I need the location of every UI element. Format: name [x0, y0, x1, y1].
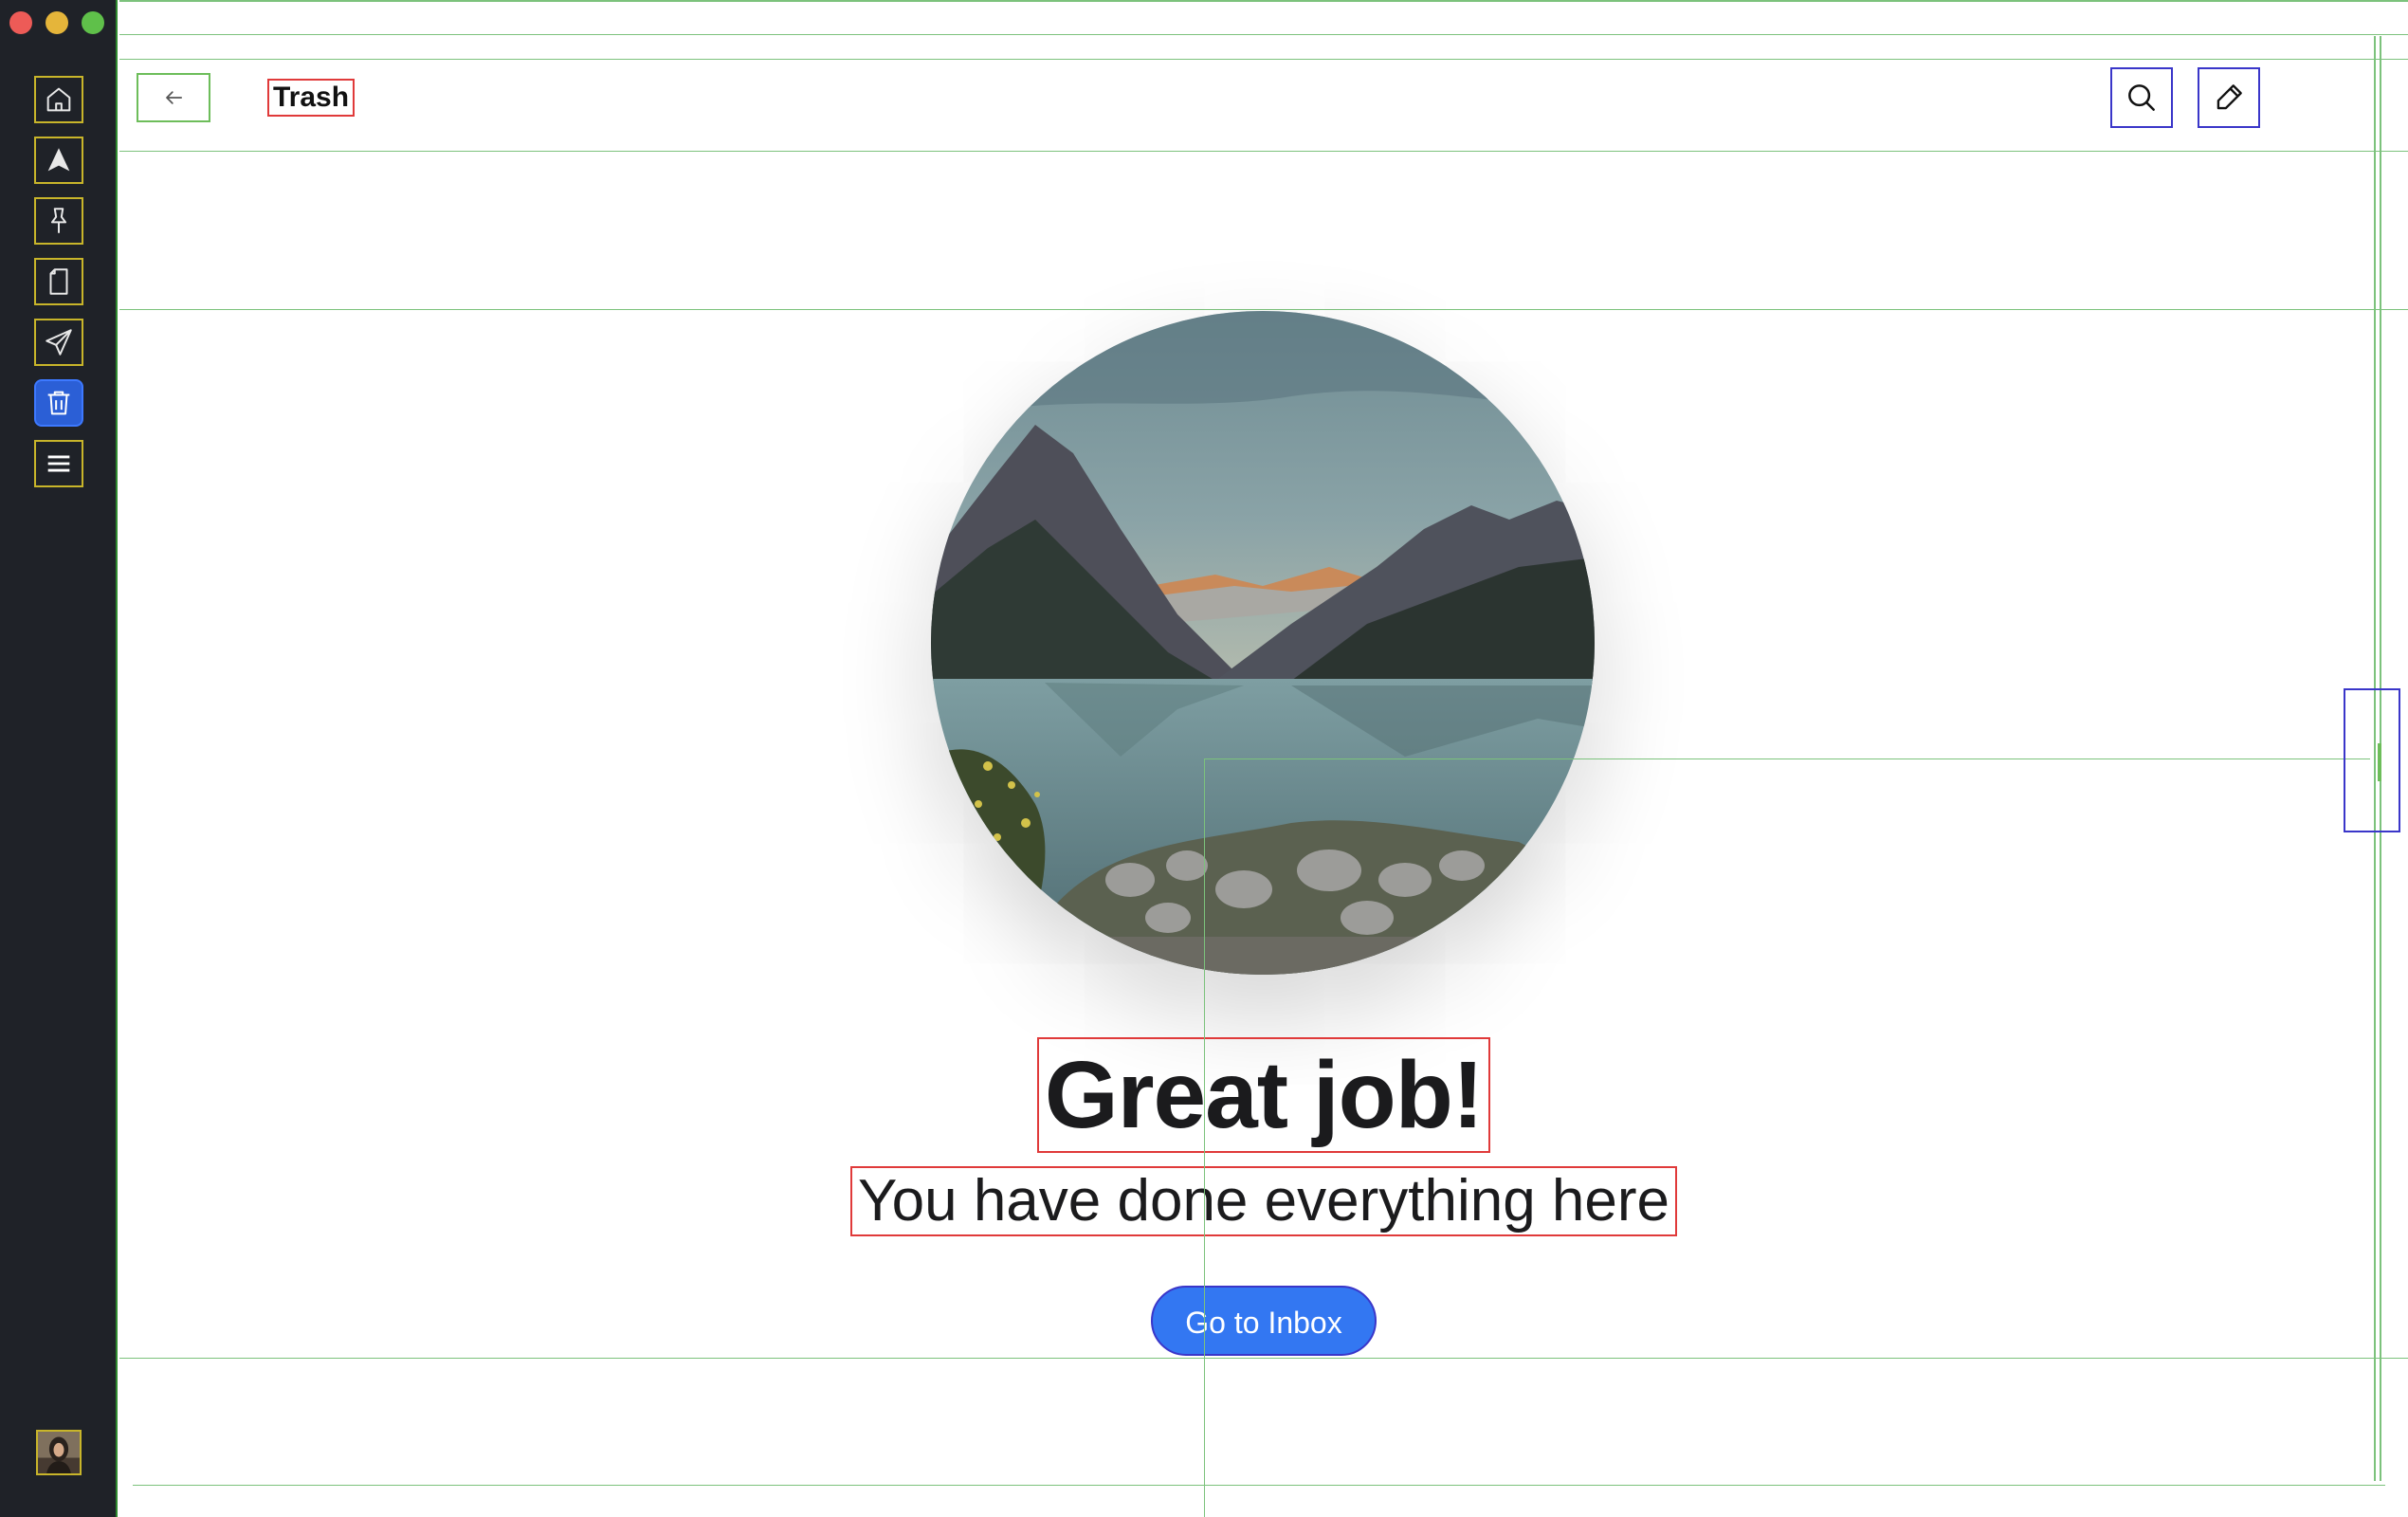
sidebar-item-menu[interactable] — [34, 440, 83, 487]
sidebar-item-pinned[interactable] — [34, 197, 83, 245]
minimize-window-button[interactable] — [46, 11, 68, 34]
window-controls — [9, 11, 104, 34]
content-guide — [1204, 758, 2370, 759]
page-title: Trash — [267, 79, 356, 117]
pin-icon — [50, 208, 67, 233]
sidebar-item-home[interactable] — [34, 76, 83, 123]
hero-landscape-image — [931, 311, 1595, 975]
sidebar — [0, 0, 118, 1517]
empty-state-headline-row: Great job! — [119, 1037, 2408, 1153]
close-window-button[interactable] — [9, 11, 32, 34]
go-to-inbox-button[interactable]: Go to Inbox — [1151, 1286, 1377, 1356]
navigation-arrow-icon — [47, 148, 70, 172]
send-icon — [46, 329, 72, 356]
empty-state-headline: Great job! — [1036, 1037, 1491, 1153]
side-panel-resize-handle[interactable] — [2344, 688, 2400, 832]
home-icon — [46, 87, 71, 112]
sidebar-item-sent[interactable] — [34, 319, 83, 366]
zoom-window-button[interactable] — [82, 11, 104, 34]
top-bar: Trash — [119, 59, 2408, 152]
mountain-lake-illustration — [931, 311, 1595, 975]
document-icon — [49, 268, 68, 295]
content-guide — [119, 309, 2408, 310]
app-window: Trash Great job! You have done everythin… — [0, 0, 2408, 1517]
main-content: Trash Great job! You have done everythin… — [119, 0, 2408, 1517]
empty-state-message: You have done everything here — [849, 1166, 1678, 1236]
pencil-icon — [2216, 84, 2242, 110]
frame-guide — [119, 34, 2408, 35]
compose-button[interactable] — [2198, 67, 2260, 128]
header-actions — [2110, 67, 2260, 128]
content-guide — [1204, 758, 1205, 1517]
content-guide — [133, 1485, 2385, 1486]
hamburger-menu-icon — [47, 455, 70, 472]
arrow-left-icon — [166, 91, 183, 104]
avatar[interactable] — [36, 1430, 82, 1475]
content-guide — [119, 1358, 2408, 1359]
frame-guide — [119, 0, 2408, 2]
trash-icon — [47, 391, 70, 415]
user-avatar-image — [38, 1432, 80, 1473]
empty-state-actions: Go to Inbox — [119, 1286, 2408, 1356]
sidebar-item-trash[interactable] — [34, 379, 83, 427]
search-button[interactable] — [2110, 67, 2173, 128]
empty-state-message-row: You have done everything here — [119, 1166, 2408, 1236]
search-icon — [2128, 84, 2155, 111]
back-button[interactable] — [137, 73, 210, 122]
sidebar-item-drafts[interactable] — [34, 258, 83, 305]
sidebar-item-navigation[interactable] — [34, 137, 83, 184]
sidebar-nav — [34, 76, 83, 487]
